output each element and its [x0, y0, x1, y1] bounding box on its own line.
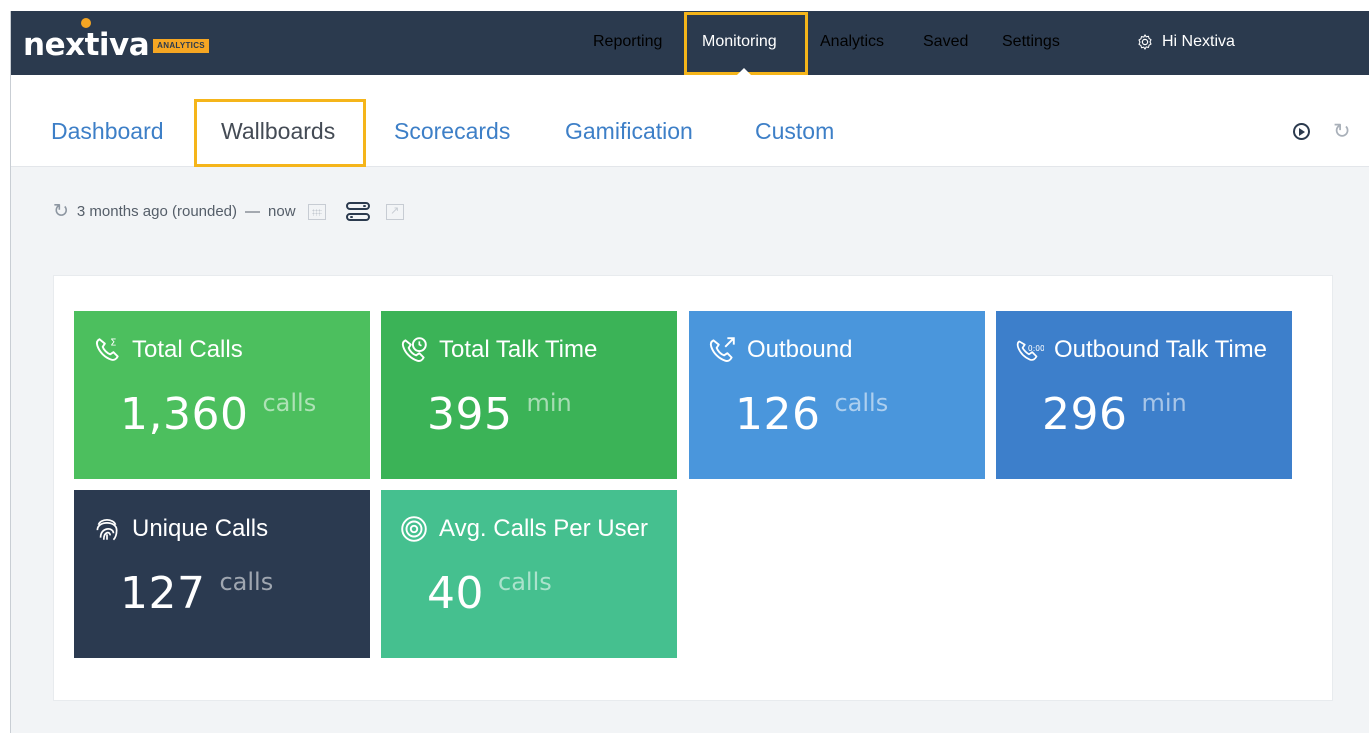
tile-title: Avg. Calls Per User [439, 515, 648, 542]
top-navbar: nextiva ANALYTICS Reporting Monitoring A… [11, 11, 1369, 75]
reload-icon[interactable]: ↻ [53, 200, 69, 223]
stat-tile[interactable]: Outbound 126 calls [689, 311, 985, 479]
tile-value-row: 127 calls [120, 568, 273, 619]
calendar-icon[interactable] [307, 203, 326, 220]
tile-unit: calls [834, 389, 889, 417]
stat-tile[interactable]: Unique Calls 127 calls [74, 490, 370, 658]
nav-analytics[interactable]: Analytics [820, 33, 884, 51]
expand-icon[interactable]: ↗ [385, 203, 404, 220]
tile-value: 395 [427, 389, 513, 440]
tile-title: Outbound [747, 336, 853, 363]
logo-dot [81, 18, 91, 28]
tile-value: 40 [427, 568, 484, 619]
nextiva-logo[interactable]: nextiva ANALYTICS [23, 18, 209, 63]
tile-value: 127 [120, 568, 206, 619]
app-frame: nextiva ANALYTICS Reporting Monitoring A… [10, 11, 1369, 733]
tab-dashboard[interactable]: Dashboard [51, 118, 164, 145]
tile-unit: min [1141, 389, 1187, 417]
phone-clock-icon [401, 337, 427, 362]
range-end[interactable]: now [268, 203, 296, 220]
tile-header: Σ Total Calls [92, 335, 243, 365]
tile-value-row: 1,360 calls [120, 389, 316, 440]
gear-icon [1138, 34, 1152, 50]
phone-outbound-icon [709, 337, 735, 362]
tile-unit: calls [219, 568, 274, 596]
svg-text:Σ: Σ [110, 338, 116, 349]
stat-tile[interactable]: 0:00 Outbound Talk Time 296 min [996, 311, 1292, 479]
stat-tile[interactable]: Avg. Calls Per User 40 calls [381, 490, 677, 658]
wallboard-panel: Σ Total Calls 1,360 calls Total Talk Time 395… [53, 275, 1333, 701]
range-start[interactable]: 3 months ago (rounded) [77, 203, 237, 220]
tile-header: Unique Calls [92, 514, 268, 544]
tab-gamification[interactable]: Gamification [565, 118, 693, 145]
tile-value: 1,360 [120, 389, 249, 440]
play-icon[interactable] [1293, 123, 1310, 140]
svg-text:0:00: 0:00 [1028, 344, 1044, 353]
phone-timer-icon: 0:00 [1016, 340, 1044, 361]
toggle-layout-icon[interactable] [345, 201, 370, 222]
tile-value-row: 126 calls [735, 389, 888, 440]
tile-unit: calls [262, 389, 317, 417]
nav-monitoring[interactable]: Monitoring [702, 33, 777, 51]
tile-title: Total Calls [132, 336, 243, 363]
tile-header: Avg. Calls Per User [399, 514, 648, 544]
tile-value: 126 [735, 389, 821, 440]
tile-header: 0:00 Outbound Talk Time [1014, 335, 1267, 365]
tile-header: Outbound [707, 335, 852, 365]
user-greeting: Hi Nextiva [1162, 33, 1235, 50]
tile-value-row: 395 min [427, 389, 572, 440]
tile-value-row: 40 calls [427, 568, 552, 619]
nav-reporting[interactable]: Reporting [593, 33, 662, 51]
logo-badge: ANALYTICS [153, 39, 209, 53]
refresh-icon[interactable]: ↻ [1333, 119, 1351, 144]
tile-title: Outbound Talk Time [1054, 336, 1268, 363]
target-icon [401, 516, 427, 542]
nav-settings[interactable]: Settings [1002, 33, 1060, 51]
sub-navbar: Dashboard Wallboards Scorecards Gamifica… [11, 75, 1369, 167]
stat-tile[interactable]: Total Talk Time 395 min [381, 311, 677, 479]
range-separator: — [245, 203, 261, 220]
tile-title: Total Talk Time [439, 336, 598, 363]
phone-sum-icon: Σ [95, 338, 119, 361]
stat-tile[interactable]: Σ Total Calls 1,360 calls [74, 311, 370, 479]
tile-value: 296 [1042, 389, 1128, 440]
tab-custom[interactable]: Custom [755, 118, 834, 145]
logo-wordmark: nextiva [23, 27, 150, 63]
tile-unit: min [526, 389, 572, 417]
user-menu[interactable]: Hi Nextiva [1136, 33, 1235, 51]
tile-title: Unique Calls [132, 515, 269, 542]
tile-unit: calls [498, 568, 552, 596]
date-range-filter: ↻ 3 months ago (rounded) — now ↗ [53, 200, 404, 223]
tab-scorecards[interactable]: Scorecards [394, 118, 510, 145]
tab-wallboards[interactable]: Wallboards [221, 118, 335, 145]
fingerprint-icon [96, 519, 118, 541]
nav-saved[interactable]: Saved [923, 33, 968, 51]
tile-header: Total Talk Time [399, 335, 597, 365]
tile-value-row: 296 min [1042, 389, 1187, 440]
active-nav-caret [737, 68, 751, 75]
